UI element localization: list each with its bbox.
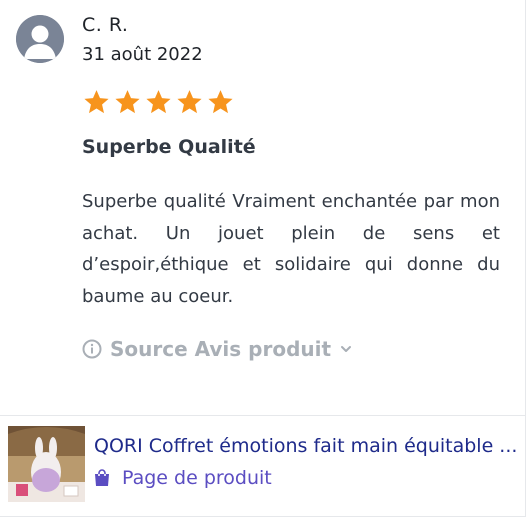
review-card: C. R. 31 août 2022 Superbe Qualité Super… xyxy=(0,0,526,517)
star-icon xyxy=(146,90,171,114)
review-title: Superbe Qualité xyxy=(82,136,256,158)
source-label: Source Avis produit xyxy=(110,337,332,361)
product-thumbnail[interactable] xyxy=(8,426,85,502)
info-icon xyxy=(82,339,102,359)
review-body: Superbe qualité Vraiment enchantée par m… xyxy=(82,191,500,307)
shopping-bag-icon xyxy=(95,469,109,486)
divider xyxy=(0,415,526,416)
star-icon xyxy=(84,90,109,114)
source-toggle-button[interactable]: Source Avis produit xyxy=(82,337,353,361)
star-icon xyxy=(208,90,233,114)
product-image xyxy=(8,426,85,502)
review-author: C. R. xyxy=(82,14,129,36)
avatar xyxy=(16,15,64,63)
product-link-label: Page de produit xyxy=(122,467,272,489)
star-icon xyxy=(115,90,140,114)
user-avatar-icon xyxy=(16,15,64,63)
chevron-down-icon xyxy=(341,346,352,352)
star-rating xyxy=(82,88,235,117)
review-date: 31 août 2022 xyxy=(82,44,203,65)
star-icon xyxy=(177,90,202,114)
product-name-link[interactable]: QORI Coffret émotions fait main équitabl… xyxy=(94,435,518,457)
product-page-link[interactable]: Page de produit xyxy=(94,467,272,489)
